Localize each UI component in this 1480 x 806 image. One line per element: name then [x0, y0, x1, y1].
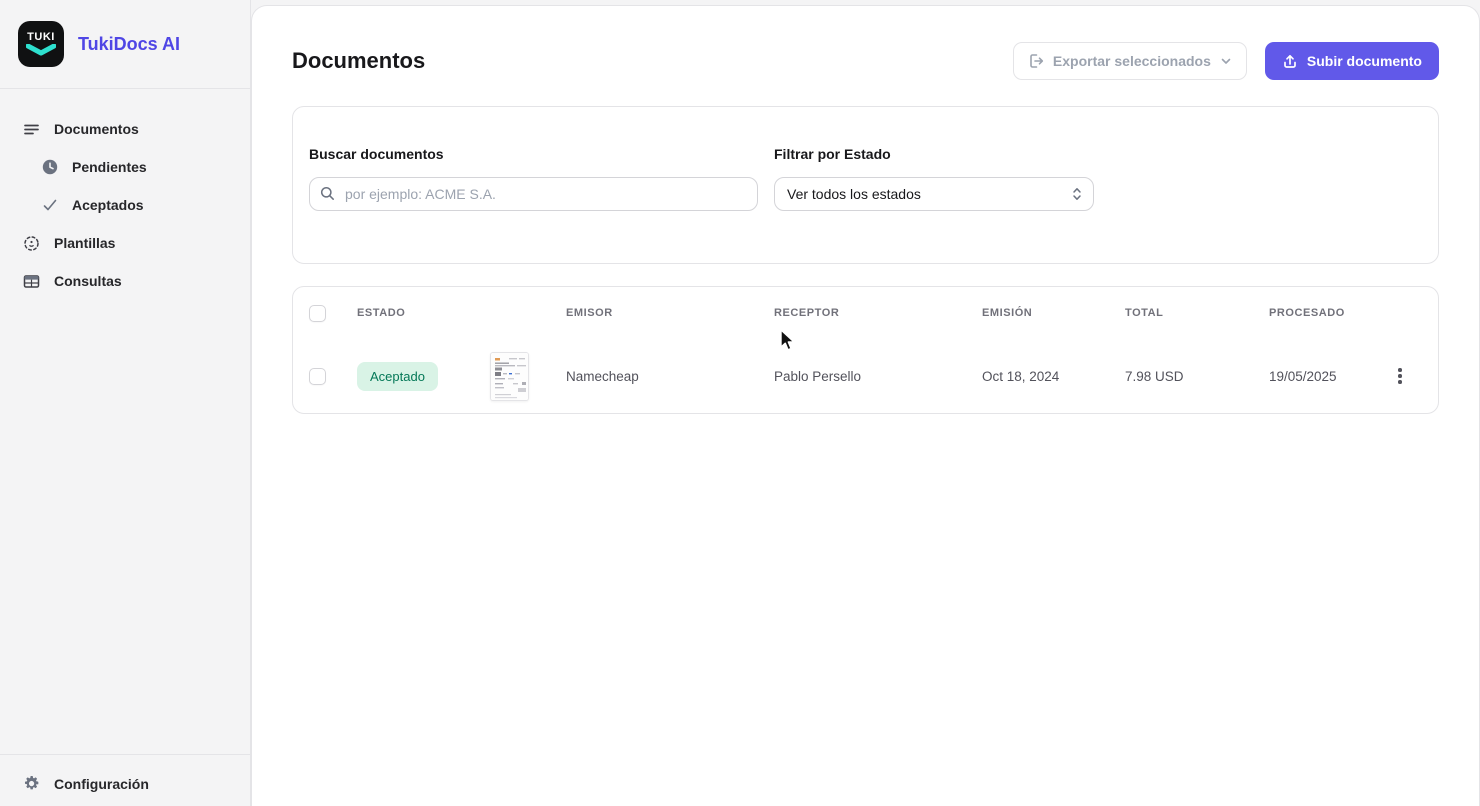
- column-header-estado: ESTADO: [357, 307, 490, 319]
- gear-icon: [23, 775, 40, 792]
- check-icon: [41, 197, 58, 214]
- row-checkbox[interactable]: [309, 368, 326, 385]
- sidebar-item-configuracion[interactable]: Configuración: [0, 754, 250, 806]
- cell-emision: Oct 18, 2024: [982, 369, 1125, 384]
- upload-document-button[interactable]: Subir documento: [1265, 42, 1439, 80]
- documents-table: ESTADO EMISOR RECEPTOR EMISIÓN TOTAL PRO…: [292, 286, 1439, 414]
- column-header-emision: EMISIÓN: [982, 307, 1125, 319]
- page-title: Documentos: [292, 48, 425, 74]
- status-filter-label: Filtrar por Estado: [774, 146, 1094, 162]
- table-row[interactable]: Aceptado: [309, 339, 1422, 413]
- sidebar-nav: Documentos Pendientes Aceptados Plantill…: [0, 89, 250, 300]
- document-thumbnail[interactable]: [490, 352, 529, 401]
- search-icon: [320, 186, 335, 206]
- status-filter-group: Filtrar por Estado Ver todos los estados: [774, 146, 1094, 211]
- status-badge: Aceptado: [357, 362, 438, 391]
- upload-button-label: Subir documento: [1307, 53, 1422, 69]
- sidebar-item-pendientes[interactable]: Pendientes: [0, 148, 250, 186]
- sidebar-item-label: Configuración: [54, 776, 149, 792]
- sidebar-item-label: Plantillas: [54, 235, 115, 251]
- cell-total: 7.98 USD: [1125, 369, 1269, 384]
- header-actions: Exportar seleccionados Subir documento: [1013, 42, 1439, 80]
- select-all-checkbox[interactable]: [309, 305, 326, 322]
- scan-template-icon: [23, 235, 40, 252]
- row-actions-menu-button[interactable]: [1394, 364, 1406, 388]
- sidebar-item-label: Documentos: [54, 121, 139, 137]
- sidebar-item-aceptados[interactable]: Aceptados: [0, 186, 250, 224]
- table-header-row: ESTADO EMISOR RECEPTOR EMISIÓN TOTAL PRO…: [309, 287, 1422, 339]
- export-button-label: Exportar seleccionados: [1053, 53, 1211, 69]
- brand-header: TUKI TukiDocs AI: [0, 0, 250, 89]
- logo-chevron-icon: [26, 44, 56, 57]
- sidebar-item-consultas[interactable]: Consultas: [0, 262, 250, 300]
- column-header-total: TOTAL: [1125, 307, 1269, 319]
- filters-card: Buscar documentos Filtrar por Estado Ver…: [292, 106, 1439, 264]
- column-header-receptor: RECEPTOR: [774, 307, 982, 319]
- clock-icon: [41, 159, 58, 176]
- export-selected-button[interactable]: Exportar seleccionados: [1013, 42, 1247, 80]
- search-input[interactable]: [309, 177, 758, 211]
- logo-text: TUKI: [27, 31, 55, 43]
- unfold-icon: [1070, 186, 1084, 207]
- sidebar-item-label: Consultas: [54, 273, 122, 289]
- sidebar: TUKI TukiDocs AI Documentos Pendientes A…: [0, 0, 251, 806]
- sidebar-item-documentos[interactable]: Documentos: [0, 110, 250, 148]
- tuki-logo: TUKI: [18, 21, 64, 67]
- column-header-procesado: PROCESADO: [1269, 307, 1394, 319]
- status-filter-value: Ver todos los estados: [787, 186, 921, 202]
- search-label: Buscar documentos: [309, 146, 758, 162]
- table-icon: [23, 273, 40, 290]
- sidebar-item-plantillas[interactable]: Plantillas: [0, 224, 250, 262]
- brand-name: TukiDocs AI: [78, 34, 180, 55]
- cell-emisor: Namecheap: [566, 369, 774, 384]
- status-filter-select[interactable]: Ver todos los estados: [774, 177, 1094, 211]
- cell-procesado: 19/05/2025: [1269, 369, 1394, 384]
- search-field-group: Buscar documentos: [309, 146, 758, 211]
- page-header: Documentos Exportar seleccionados Subir …: [292, 42, 1439, 80]
- sidebar-item-label: Pendientes: [72, 159, 147, 175]
- column-header-emisor: EMISOR: [566, 307, 774, 319]
- main-content: Documentos Exportar seleccionados Subir …: [251, 5, 1480, 806]
- chevron-down-icon: [1220, 55, 1232, 67]
- sidebar-item-label: Aceptados: [72, 197, 144, 213]
- cell-receptor: Pablo Persello: [774, 369, 982, 384]
- list-lines-icon: [23, 121, 40, 138]
- upload-icon: [1282, 53, 1298, 69]
- export-icon: [1028, 53, 1044, 69]
